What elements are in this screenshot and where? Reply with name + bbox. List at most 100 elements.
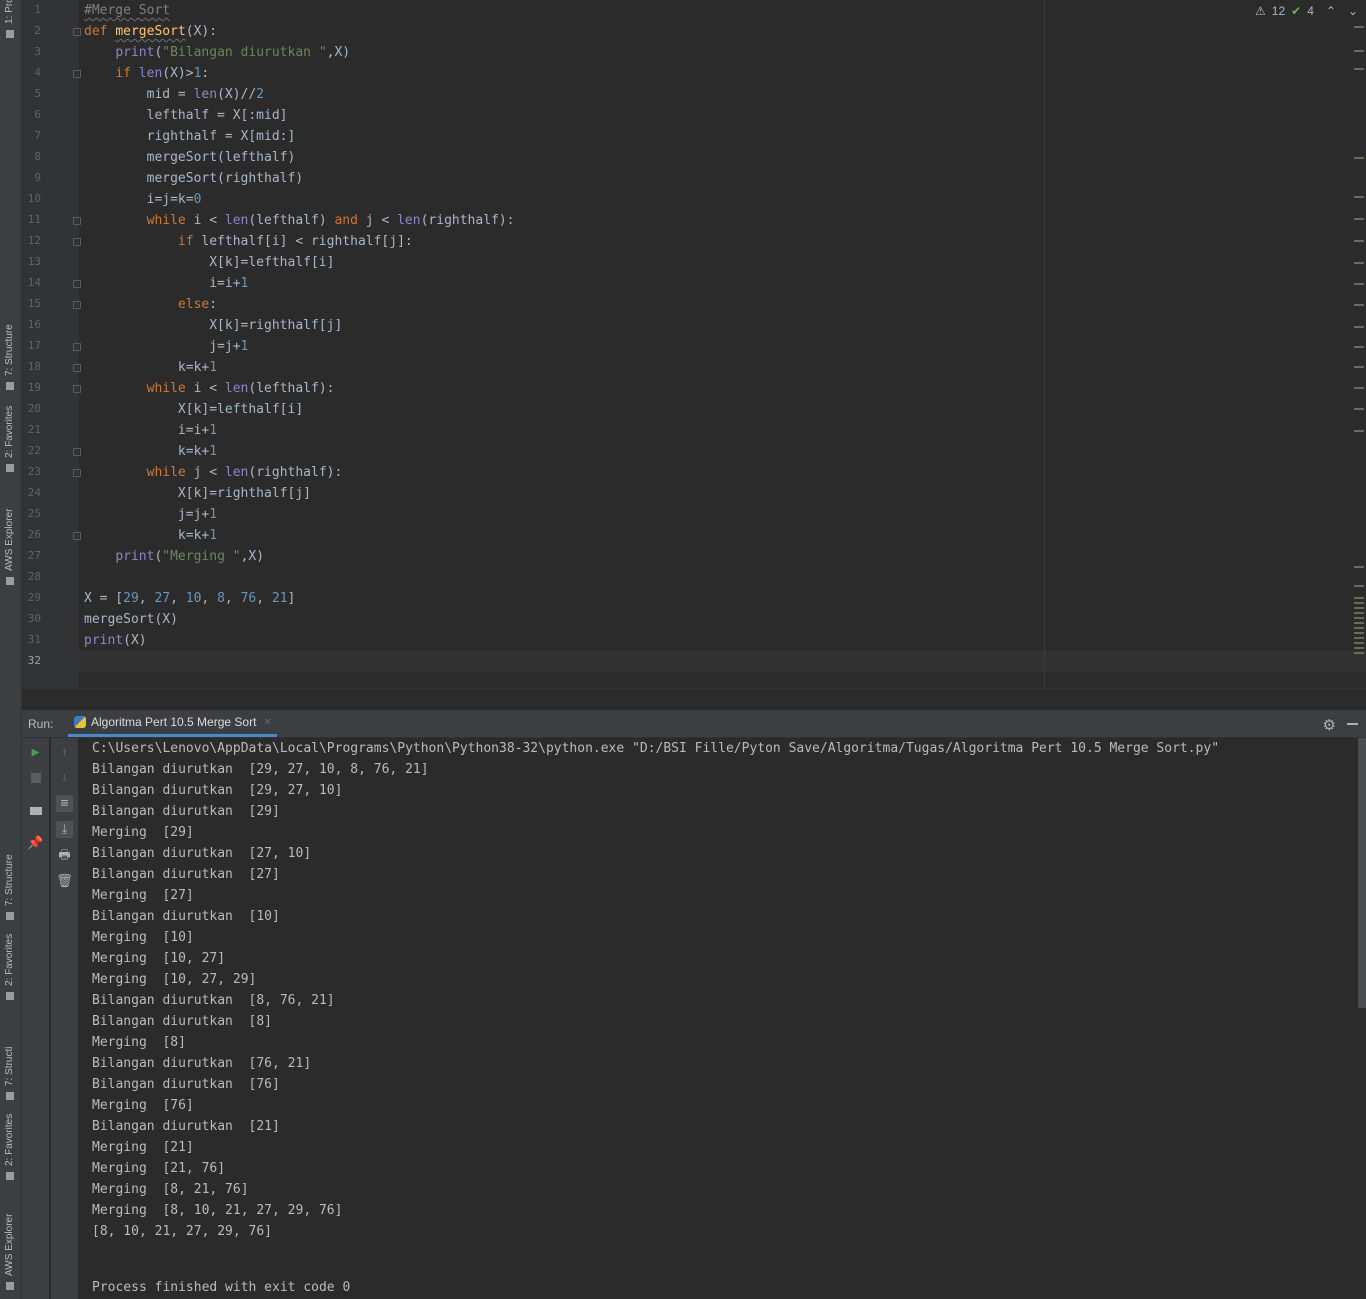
code-area[interactable]: #Merge Sort def mergeSort(X): print("Bila… [84, 0, 1366, 688]
console-line: Merging [27] [92, 888, 194, 903]
line-number: 17 [27, 339, 41, 352]
inspection-widget[interactable]: ⚠ 12 ✔ 4 ⌃ ⌄ [1255, 4, 1358, 18]
fold-marker-icon[interactable] [73, 280, 81, 288]
console-line: Merging [8, 21, 76] [92, 1182, 249, 1197]
aws-icon [6, 577, 14, 585]
code-line[interactable]: j=j+1 [84, 336, 248, 357]
console-line: Bilangan diurutkan [8] [92, 1014, 273, 1029]
scrollbar-mark [1354, 622, 1364, 624]
code-line[interactable]: if len(X)>1: [84, 63, 209, 84]
code-line[interactable]: mid = len(X)//2 [84, 84, 264, 105]
scrollbar-mark [1354, 283, 1364, 285]
code-line[interactable]: mergeSort(lefthalf) [84, 147, 296, 168]
down-arrow-icon[interactable]: ↓ [56, 769, 73, 786]
scrollbar-mark [1354, 647, 1364, 649]
console-line: Merging [29] [92, 825, 194, 840]
scrollbar-mark [1354, 196, 1364, 198]
line-number: 27 [27, 549, 41, 562]
editor-scrollbar-marks[interactable] [1352, 0, 1366, 688]
fold-marker-icon[interactable] [73, 28, 81, 36]
code-line[interactable]: i=j=k=0 [84, 189, 202, 210]
console-line: C:\Users\Lenovo\AppData\Local\Programs\P… [92, 741, 1220, 756]
code-line[interactable]: X[k]=lefthalf[i] [84, 252, 334, 273]
code-line[interactable]: k=k+1 [84, 357, 217, 378]
scrollbar-mark [1354, 304, 1364, 306]
minimize-icon[interactable] [1347, 723, 1358, 725]
up-arrow-icon[interactable]: ↑ [56, 744, 73, 761]
trash-icon[interactable]: 🗑 [56, 873, 73, 890]
scrollbar-mark [1354, 408, 1364, 410]
console-line: Bilangan diurutkan [27, 10] [92, 846, 312, 861]
tool-tab-label: AWS Explorer [4, 508, 15, 571]
fold-marker-icon[interactable] [73, 343, 81, 351]
code-line[interactable]: k=k+1 [84, 525, 217, 546]
fold-marker-icon[interactable] [73, 70, 81, 78]
code-line[interactable]: i=i+1 [84, 273, 248, 294]
fold-marker-icon[interactable] [73, 448, 81, 456]
rerun-icon[interactable]: ▶ [27, 744, 44, 761]
structure-icon [6, 1092, 14, 1100]
soft-wrap-icon[interactable]: ≡ [56, 795, 73, 812]
code-line[interactable]: while i < len(lefthalf) and j < len(righ… [84, 210, 515, 231]
stop-icon[interactable] [27, 769, 44, 786]
code-line[interactable]: righthalf = X[mid:] [84, 126, 296, 147]
console-line: Merging [8] [92, 1035, 186, 1050]
code-line[interactable]: X[k]=lefthalf[i] [84, 399, 303, 420]
structure-icon [6, 382, 14, 390]
run-config-tab[interactable]: Algoritma Pert 10.5 Merge Sort × [68, 710, 277, 737]
weak-warning-count: 4 [1307, 4, 1314, 18]
panel-splitter[interactable] [22, 688, 1366, 711]
fold-marker-icon[interactable] [73, 301, 81, 309]
close-tab-icon[interactable]: × [264, 716, 270, 728]
code-line[interactable]: #Merge Sort [84, 0, 170, 21]
scrollbar-mark [1354, 218, 1364, 220]
fold-marker-icon[interactable] [73, 364, 81, 372]
console-scrollbar[interactable] [1358, 738, 1366, 1008]
code-line[interactable]: def mergeSort(X): [84, 21, 217, 42]
scroll-to-end-icon[interactable]: ⤓ [56, 821, 73, 838]
line-number: 22 [27, 444, 41, 457]
code-line[interactable]: mergeSort(X) [84, 609, 178, 630]
line-number: 16 [27, 318, 41, 331]
print-icon[interactable]: 🖶 [56, 848, 73, 865]
tool-tab-label: 2: Favorites [4, 405, 15, 458]
folder-icon [6, 30, 14, 38]
code-line[interactable]: while j < len(righthalf): [84, 462, 343, 483]
tool-tab-label: 7: Structure [4, 854, 15, 906]
scrollbar-mark [1354, 68, 1364, 70]
fold-marker-icon[interactable] [73, 469, 81, 477]
console-line: Merging [21, 76] [92, 1161, 226, 1176]
code-line[interactable]: j=j+1 [84, 504, 217, 525]
code-line[interactable]: lefthalf = X[:mid] [84, 105, 288, 126]
console-line: Bilangan diurutkan [29, 27, 10] [92, 783, 343, 798]
restore-layout-icon[interactable] [27, 802, 44, 819]
fold-marker-icon[interactable] [73, 385, 81, 393]
scrollbar-mark [1354, 632, 1364, 634]
warning-icon: ⚠ [1255, 4, 1266, 18]
code-line[interactable]: print("Bilangan diurutkan ",X) [84, 42, 350, 63]
scrollbar-mark [1354, 50, 1364, 52]
code-line[interactable]: else: [84, 294, 217, 315]
fold-marker-icon[interactable] [73, 238, 81, 246]
code-line[interactable]: k=k+1 [84, 441, 217, 462]
pin-icon[interactable]: 📌 [27, 835, 44, 852]
code-line[interactable]: if lefthalf[i] < righthalf[j]: [84, 231, 413, 252]
console-line: Process finished with exit code 0 [92, 1280, 351, 1295]
gear-icon[interactable]: ⚙ [1323, 716, 1336, 734]
code-line[interactable]: X[k]=righthalf[j] [84, 315, 342, 336]
code-line[interactable]: i=i+1 [84, 420, 217, 441]
run-toolbar-secondary: ↑ ↓ ≡ ⤓ 🖶 🗑 [51, 738, 78, 1299]
console-line: Bilangan diurutkan [21] [92, 1119, 280, 1134]
previous-highlight-icon[interactable]: ⌃ [1326, 4, 1336, 18]
console-output[interactable]: C:\Users\Lenovo\AppData\Local\Programs\P… [80, 738, 1352, 1299]
code-line[interactable]: X[k]=righthalf[j] [84, 483, 311, 504]
code-line[interactable]: X = [29, 27, 10, 8, 76, 21] [84, 588, 295, 609]
code-line[interactable]: while i < len(lefthalf): [84, 378, 335, 399]
line-number: 25 [27, 507, 41, 520]
code-editor[interactable]: 1 2 3 4 5 6 7 8 9 10 11 12 13 14 15 16 17 18 19 20 21 22 23 24 2… [22, 0, 1366, 688]
code-line[interactable]: print("Merging ",X) [84, 546, 264, 567]
fold-marker-icon[interactable] [73, 532, 81, 540]
code-line[interactable]: mergeSort(righthalf) [84, 168, 304, 189]
fold-marker-icon[interactable] [73, 217, 81, 225]
code-line[interactable]: print(X) [84, 630, 147, 651]
